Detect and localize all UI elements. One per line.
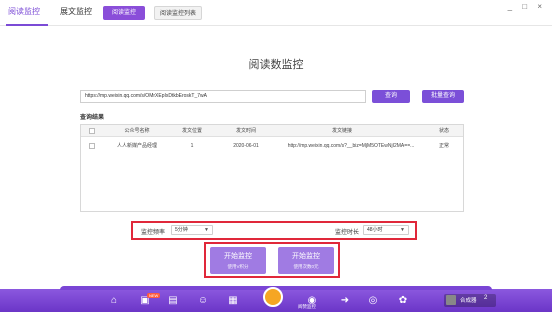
row-checkbox[interactable] [89,143,95,149]
share-icon[interactable]: ➜ [339,295,351,306]
user-profile[interactable]: 合成器 2 [444,294,496,307]
col-header-time: 发文时间 [235,128,256,134]
col-header-position: 发文位置 [181,128,202,134]
weibo-icon[interactable]: ◎ [367,295,379,306]
table-row[interactable]: 人人新媒产品经理 1 2020-06-01 http://mp.weixin.q… [81,139,463,153]
chevron-down-icon: ▼ [400,227,405,233]
document-icon[interactable]: ▤ [167,295,179,306]
start-monitor-count-button[interactable]: 开始监控 使用次数0元 [278,247,334,274]
settings-icon[interactable]: ✿ [397,295,409,306]
results-table: 公众号名称 发文位置 发文时间 发文链接 状态 人人新媒产品经理 1 2020-… [80,124,464,212]
article-url-input[interactable]: https://mp.weixin.qq.com/s/OMrXEpIxDtkbE… [80,90,366,103]
button-subtitle: 使用V积分 [227,264,249,269]
col-header-link: 发文链接 [331,128,352,134]
row-account-name: 人人新媒产品经理 [116,143,157,149]
table-header: 公众号名称 发文位置 发文时间 发文链接 状态 [81,125,463,137]
start-monitor-points-button[interactable]: 开始监控 使用V积分 [210,247,266,274]
results-title: 查询结果 [80,115,105,121]
freq-label: 监控频率 [141,230,166,236]
user-name: 合成器 [460,298,477,304]
window-controls[interactable]: _ □ × [508,2,546,11]
top-bar: 阅读监控 展文监控 阅读监控 阅读监控列表 _ □ × [0,0,552,26]
batch-query-button[interactable]: 批量查询 [422,90,464,103]
user-icon[interactable]: ☺ [197,295,209,306]
freq-value: 5分钟 [175,227,188,233]
chevron-down-icon: ▼ [204,227,209,233]
subtab-read-monitor[interactable]: 阅读监控 [103,6,145,20]
button-title: 开始监控 [224,253,252,260]
active-tab-indicator [6,24,48,26]
select-all-checkbox[interactable] [89,128,95,134]
page-title: 阅读数监控 [248,59,304,71]
row-time: 2020-06-01 [233,143,259,149]
avatar [446,295,456,305]
row-status: 正常 [438,143,449,149]
button-title: 开始监控 [292,253,320,260]
start-monitor-panel: 开始监控 使用V积分 开始监控 使用次数0元 [204,242,340,278]
app-logo-icon[interactable] [263,287,283,307]
freq-select[interactable]: 5分钟 ▼ [171,225,213,235]
col-header-status: 状态 [438,128,449,134]
button-subtitle: 使用次数0元 [293,264,319,269]
col-header-account: 公众号名称 [124,128,150,134]
duration-label: 监控时长 [335,230,360,236]
row-link[interactable]: http://mp.weixin.qq.com/s?__biz=MjM5OTEw… [277,139,425,153]
new-badge: NEW [147,293,161,298]
duration-value: 48小时 [367,227,383,233]
home-icon[interactable]: ⌂ [108,295,120,306]
row-position: 1 [190,143,194,149]
tab-read-monitor[interactable]: 阅读监控 [8,6,40,17]
subtab-read-monitor-list[interactable]: 阅读监控列表 [154,6,202,20]
monitor-config-panel: 监控频率 5分钟 ▼ 监控时长 48小时 ▼ [131,221,417,240]
user-level: 2 [484,295,488,301]
save-icon[interactable]: ▦ [227,295,239,306]
center-label: 阅赞监控 [298,304,316,309]
query-button[interactable]: 查询 [372,90,410,103]
tab-post-monitor[interactable]: 展文监控 [60,6,92,17]
duration-select[interactable]: 48小时 ▼ [363,225,409,235]
